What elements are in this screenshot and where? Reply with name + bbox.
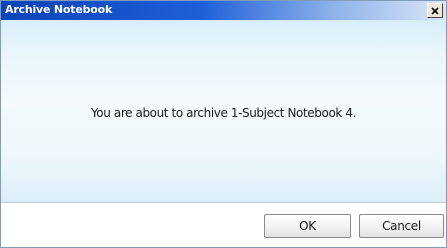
dialog-title: Archive Notebook <box>5 3 113 16</box>
archive-notebook-dialog: Archive Notebook You are about to archiv… <box>0 0 447 248</box>
dialog-titlebar[interactable]: Archive Notebook <box>1 1 446 20</box>
close-button[interactable] <box>427 3 443 18</box>
dialog-footer: OK Cancel <box>1 202 446 247</box>
ok-button[interactable]: OK <box>264 214 351 238</box>
cancel-button[interactable]: Cancel <box>359 214 444 238</box>
close-icon <box>431 6 439 15</box>
dialog-message: You are about to archive 1-Subject Noteb… <box>90 106 357 120</box>
dialog-body: You are about to archive 1-Subject Noteb… <box>1 20 446 202</box>
